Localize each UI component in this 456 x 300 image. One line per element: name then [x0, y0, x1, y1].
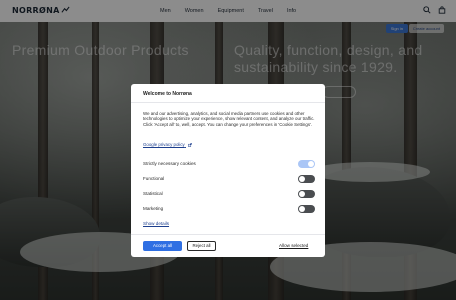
toggle-label: Statistical: [143, 191, 163, 196]
consent-description: We and our advertising, analytics, and s…: [143, 111, 315, 127]
show-details-link[interactable]: Show details: [143, 221, 169, 226]
toggle-row-functional: Functional: [143, 175, 315, 184]
toggle-row-marketing: Marketing: [143, 205, 315, 214]
dialog-divider: [131, 234, 325, 235]
functional-toggle[interactable]: [298, 175, 315, 183]
privacy-policy-label: Google privacy policy: [143, 142, 185, 147]
external-link-icon: [188, 143, 192, 147]
toggle-knob: [299, 176, 305, 182]
allow-selected-button[interactable]: Allow selected: [279, 243, 308, 248]
privacy-policy-link[interactable]: Google privacy policy: [143, 142, 192, 147]
strictly-necessary-toggle: [298, 160, 315, 168]
reject-all-button[interactable]: Reject all: [187, 241, 216, 251]
toggle-label: Marketing: [143, 206, 164, 211]
toggle-knob: [308, 161, 314, 167]
toggle-row-statistical: Statistical: [143, 190, 315, 199]
statistical-toggle[interactable]: [298, 190, 315, 198]
toggle-row-strictly-necessary: Strictly necessary cookies: [143, 160, 315, 169]
toggle-knob: [299, 191, 305, 197]
toggle-knob: [299, 206, 305, 212]
marketing-toggle[interactable]: [298, 205, 315, 213]
accept-all-button[interactable]: Accept all: [143, 241, 182, 251]
cookie-consent-dialog: Welcome to Norrøna We and our advertisin…: [131, 84, 325, 257]
dialog-title: Welcome to Norrøna: [143, 91, 192, 97]
dialog-header: Welcome to Norrøna: [131, 84, 325, 103]
toggle-label: Functional: [143, 176, 165, 181]
toggle-label: Strictly necessary cookies: [143, 161, 196, 166]
